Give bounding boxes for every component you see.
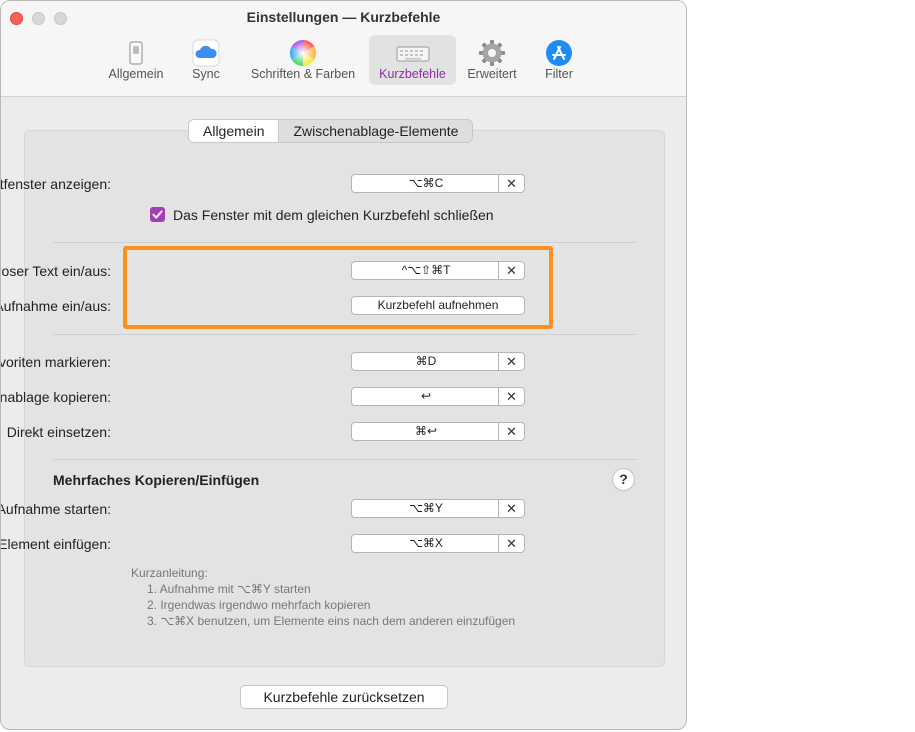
toolbar-label: Allgemein [108, 67, 164, 81]
toolbar-label: Filter [545, 67, 573, 81]
label-start-recording: Aufnahme starten: [0, 501, 111, 517]
color-wheel-icon [289, 39, 317, 67]
clear-shortcut-button[interactable]: ✕ [498, 353, 524, 370]
divider [53, 459, 637, 460]
preferences-window: Einstellungen — Kurzbefehle Allgemein Sy… [0, 0, 687, 730]
label-favorite: Als Favoriten markieren: [0, 354, 111, 370]
toolbar-item-kurzbefehle[interactable]: Kurzbefehle [369, 35, 456, 85]
shortcut-keys: ⌘D [415, 354, 437, 368]
clear-shortcut-button[interactable]: ✕ [498, 423, 524, 440]
toolbar-item-filter[interactable]: Filter [538, 35, 580, 85]
divider [53, 334, 637, 335]
label-copy: In die Zwischenablage kopieren: [0, 389, 111, 405]
cloud-icon [192, 39, 220, 67]
clear-shortcut-button[interactable]: ✕ [498, 175, 524, 192]
quick-guide-step: 2. Irgendwas irgendwo mehrfach kopieren [147, 598, 371, 612]
shortcut-keys: ↩ [420, 389, 432, 403]
checkmark-icon [152, 210, 163, 219]
shortcut-start-recording[interactable]: ⌥⌘Y ✕ [351, 499, 525, 518]
shortcut-keys: ⌘↩ [414, 424, 438, 438]
label-paste: Direkt einsetzen: [6, 424, 111, 440]
label-recording: Aufnahme ein/aus: [0, 298, 111, 314]
shortcut-keys: ⌥⌘C [408, 176, 444, 190]
tab-zwischenablage-elemente[interactable]: Zwischenablage-Elemente [279, 120, 472, 142]
toolbar-label: Schriften & Farben [250, 67, 356, 81]
titlebar: Einstellungen — Kurzbefehle Allgemein Sy… [1, 1, 686, 97]
switch-icon [129, 41, 143, 65]
shortcut-keys: ⌥⌘Y [409, 501, 443, 515]
divider [53, 242, 637, 243]
shortcut-paste-next[interactable]: ⌥⌘X ✕ [351, 534, 525, 553]
help-button[interactable]: ? [612, 468, 635, 491]
gear-icon [479, 40, 505, 66]
shortcut-paste[interactable]: ⌘↩ ✕ [351, 422, 525, 441]
keyboard-icon [396, 46, 429, 62]
highlight-box [123, 246, 553, 329]
clear-shortcut-button[interactable]: ✕ [498, 388, 524, 405]
window-title: Einstellungen — Kurzbefehle [246, 9, 441, 25]
quick-guide-step: 1. Aufnahme mit ⌥⌘Y starten [147, 582, 311, 596]
shortcut-favorite[interactable]: ⌘D ✕ [351, 352, 525, 371]
app-store-icon [546, 40, 572, 66]
toolbar-item-erweitert[interactable]: Erweitert [461, 35, 523, 85]
toolbar-item-allgemein[interactable]: Allgemein [102, 35, 170, 85]
label-paste-next: Nächstes Element einfügen: [0, 536, 111, 552]
clear-shortcut-button[interactable]: ✕ [498, 535, 524, 552]
shortcut-main-window[interactable]: ⌥⌘C ✕ [351, 174, 525, 193]
shortcut-keys: ⌥⌘X [409, 536, 443, 550]
quick-guide-title: Kurzanleitung: [131, 566, 208, 580]
quick-guide-step: 3. ⌥⌘X benutzen, um Elemente eins nach d… [147, 614, 516, 628]
clear-shortcut-button[interactable]: ✕ [498, 500, 524, 517]
tab-allgemein[interactable]: Allgemein [189, 120, 280, 142]
toolbar-label: Erweitert [467, 67, 517, 81]
shortcut-copy[interactable]: ↩ ✕ [351, 387, 525, 406]
multi-copy-section-title: Mehrfaches Kopieren/Einfügen [53, 472, 260, 488]
reset-shortcuts-button[interactable]: Kurzbefehle zurücksetzen [240, 685, 448, 709]
label-main-window: Hauptfenster anzeigen: [0, 176, 111, 192]
toolbar-item-schriften-farben[interactable]: Schriften & Farben [244, 35, 362, 85]
close-same-shortcut-label: Das Fenster mit dem gleichen Kurzbefehl … [173, 207, 494, 223]
toolbar-item-sync[interactable]: Sync [183, 35, 229, 85]
tab-control: Allgemein Zwischenablage-Elemente [188, 119, 474, 143]
toolbar-label: Sync [192, 67, 220, 81]
toolbar-label: Kurzbefehle [379, 67, 446, 81]
close-same-shortcut-checkbox[interactable] [150, 207, 165, 222]
label-plain-text: Formatloser Text ein/aus: [1, 263, 111, 279]
